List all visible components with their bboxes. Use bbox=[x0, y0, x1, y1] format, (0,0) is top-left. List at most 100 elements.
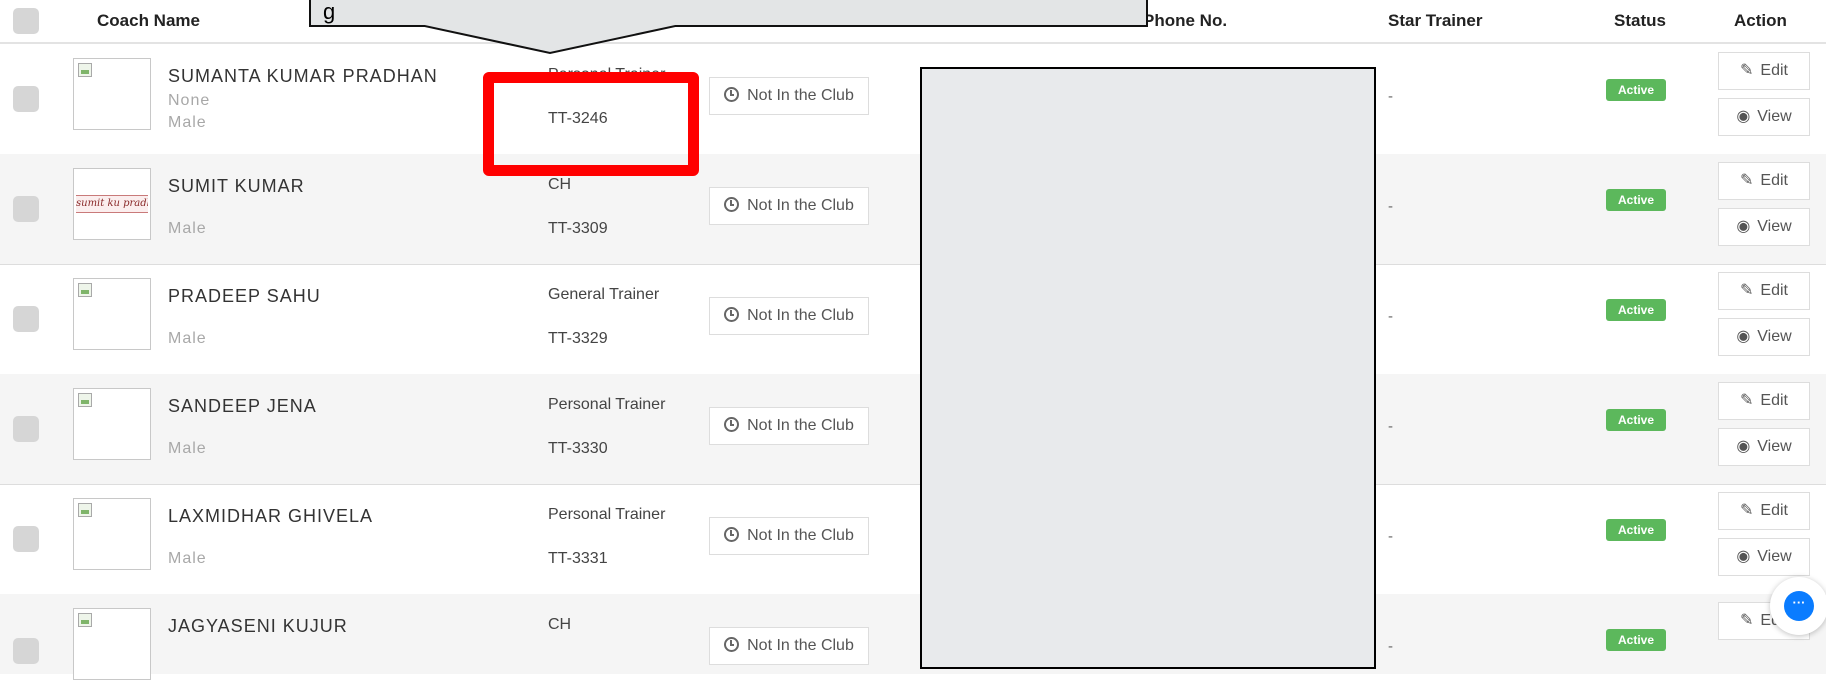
coach-name: SANDEEP JENA bbox=[168, 396, 317, 416]
status-badge: Active bbox=[1606, 299, 1666, 321]
eye-icon: ◉ bbox=[1736, 218, 1751, 235]
edit-button[interactable]: ✎Edit bbox=[1718, 492, 1810, 530]
club-status-button[interactable]: Not In the Club bbox=[709, 407, 869, 445]
trainer-type: Personal Trainer bbox=[548, 396, 666, 413]
status-badge: Active bbox=[1606, 409, 1666, 431]
broken-image-icon bbox=[78, 63, 92, 77]
coach-name: JAGYASENI KUJUR bbox=[168, 616, 348, 636]
club-status-button[interactable]: Not In the Club bbox=[709, 187, 869, 225]
star-trainer-value: - bbox=[1388, 308, 1393, 325]
view-button[interactable]: ◉ View bbox=[1718, 318, 1810, 356]
pencil-icon: ✎ bbox=[1740, 612, 1754, 629]
club-status-button[interactable]: Not In the Club bbox=[709, 627, 869, 665]
coach-gender: Male bbox=[168, 114, 207, 131]
eye-icon: ◉ bbox=[1736, 438, 1751, 455]
clock-icon bbox=[724, 527, 740, 542]
edit-button[interactable]: ✎Edit bbox=[1718, 52, 1810, 90]
select-all-checkbox[interactable] bbox=[13, 8, 39, 34]
status-badge: Active bbox=[1606, 519, 1666, 541]
pencil-icon: ✎ bbox=[1740, 502, 1754, 519]
clock-icon bbox=[724, 417, 740, 432]
callout-text: g bbox=[323, 0, 336, 24]
row-checkbox[interactable] bbox=[13, 638, 39, 664]
header-action: Action bbox=[1734, 11, 1787, 30]
broken-image-icon bbox=[78, 503, 92, 517]
header-status[interactable]: Status bbox=[1614, 0, 1666, 42]
broken-image-icon bbox=[78, 283, 92, 297]
trainer-type: General Trainer bbox=[548, 286, 660, 303]
coach-detail: None bbox=[168, 92, 211, 109]
star-trainer-value: - bbox=[1388, 418, 1393, 435]
status-badge: Active bbox=[1606, 79, 1666, 101]
star-trainer-value: - bbox=[1388, 88, 1393, 105]
coach-photo bbox=[73, 278, 151, 350]
table-row: JAGYASENI KUJUR CH Not In the Club - Act… bbox=[0, 594, 1826, 680]
coach-photo bbox=[73, 388, 151, 460]
row-checkbox[interactable] bbox=[13, 416, 39, 442]
table-row: SUMANTA KUMAR PRADHAN None Male Personal… bbox=[0, 44, 1826, 155]
row-checkbox[interactable] bbox=[13, 526, 39, 552]
clock-icon bbox=[724, 197, 740, 212]
trainer-id: TT-3309 bbox=[548, 220, 608, 237]
edit-button[interactable]: ✎Edit bbox=[1718, 382, 1810, 420]
coach-name: SUMANTA KUMAR PRADHAN bbox=[168, 66, 438, 86]
coach-photo bbox=[73, 498, 151, 570]
callout-box: g bbox=[309, 0, 1148, 27]
edit-button[interactable]: ✎Edit bbox=[1718, 162, 1810, 200]
view-button[interactable]: ◉ View bbox=[1718, 208, 1810, 246]
chat-widget-button[interactable]: ··· bbox=[1770, 577, 1826, 635]
clock-icon bbox=[724, 307, 740, 322]
eye-icon: ◉ bbox=[1736, 548, 1751, 565]
eye-icon: ◉ bbox=[1736, 108, 1751, 125]
coach-photo: sumit ku pradhan bbox=[73, 168, 151, 240]
row-checkbox[interactable] bbox=[13, 196, 39, 222]
coach-photo bbox=[73, 58, 151, 130]
highlight-box bbox=[483, 72, 699, 176]
pencil-icon: ✎ bbox=[1740, 62, 1754, 79]
pencil-icon: ✎ bbox=[1740, 392, 1754, 409]
view-button[interactable]: ◉ View bbox=[1718, 98, 1810, 136]
club-status-button[interactable]: Not In the Club bbox=[709, 77, 869, 115]
trainer-id: TT-3331 bbox=[548, 550, 608, 567]
coach-gender: Male bbox=[168, 550, 207, 567]
eye-icon: ◉ bbox=[1736, 328, 1751, 345]
coach-name: PRADEEP SAHU bbox=[168, 286, 321, 306]
club-status-button[interactable]: Not In the Club bbox=[709, 297, 869, 335]
header-phone-no[interactable]: Phone No. bbox=[1143, 0, 1227, 42]
coach-name: LAXMIDHAR GHIVELA bbox=[168, 506, 374, 526]
view-button[interactable]: ◉ View bbox=[1718, 538, 1810, 576]
trainer-id: TT-3330 bbox=[548, 440, 608, 457]
header-star-trainer[interactable]: Star Trainer bbox=[1388, 0, 1483, 42]
coach-gender: Male bbox=[168, 330, 207, 347]
pencil-icon: ✎ bbox=[1740, 172, 1754, 189]
clock-icon bbox=[724, 87, 740, 102]
edit-button[interactable]: ✎Edit bbox=[1718, 272, 1810, 310]
status-badge: Active bbox=[1606, 189, 1666, 211]
table-row: LAXMIDHAR GHIVELA Male Personal Trainer … bbox=[0, 484, 1826, 595]
trainer-id: TT-3329 bbox=[548, 330, 608, 347]
trainer-type: CH bbox=[548, 616, 572, 633]
redacted-area bbox=[920, 67, 1376, 669]
star-trainer-value: - bbox=[1388, 198, 1393, 215]
header-coach-name[interactable]: Coach Name bbox=[97, 0, 200, 42]
table-row: sumit ku pradhan SUMIT KUMAR Male CH TT-… bbox=[0, 154, 1826, 265]
star-trainer-value: - bbox=[1388, 638, 1393, 655]
row-checkbox[interactable] bbox=[13, 86, 39, 112]
broken-image-icon bbox=[78, 613, 92, 627]
club-status-button[interactable]: Not In the Club bbox=[709, 517, 869, 555]
status-badge: Active bbox=[1606, 629, 1666, 651]
coach-photo bbox=[73, 608, 151, 680]
pencil-icon: ✎ bbox=[1740, 282, 1754, 299]
broken-image-icon bbox=[78, 393, 92, 407]
trainer-type: Personal Trainer bbox=[548, 506, 666, 523]
row-checkbox[interactable] bbox=[13, 306, 39, 332]
table-row: PRADEEP SAHU Male General Trainer TT-332… bbox=[0, 264, 1826, 375]
coach-gender: Male bbox=[168, 220, 207, 237]
star-trainer-value: - bbox=[1388, 528, 1393, 545]
callout-pointer bbox=[420, 25, 680, 55]
coach-name: SUMIT KUMAR bbox=[168, 176, 305, 196]
chat-icon: ··· bbox=[1784, 591, 1814, 621]
view-button[interactable]: ◉ View bbox=[1718, 428, 1810, 466]
table-row: SANDEEP JENA Male Personal Trainer TT-33… bbox=[0, 374, 1826, 485]
clock-icon bbox=[724, 637, 740, 652]
